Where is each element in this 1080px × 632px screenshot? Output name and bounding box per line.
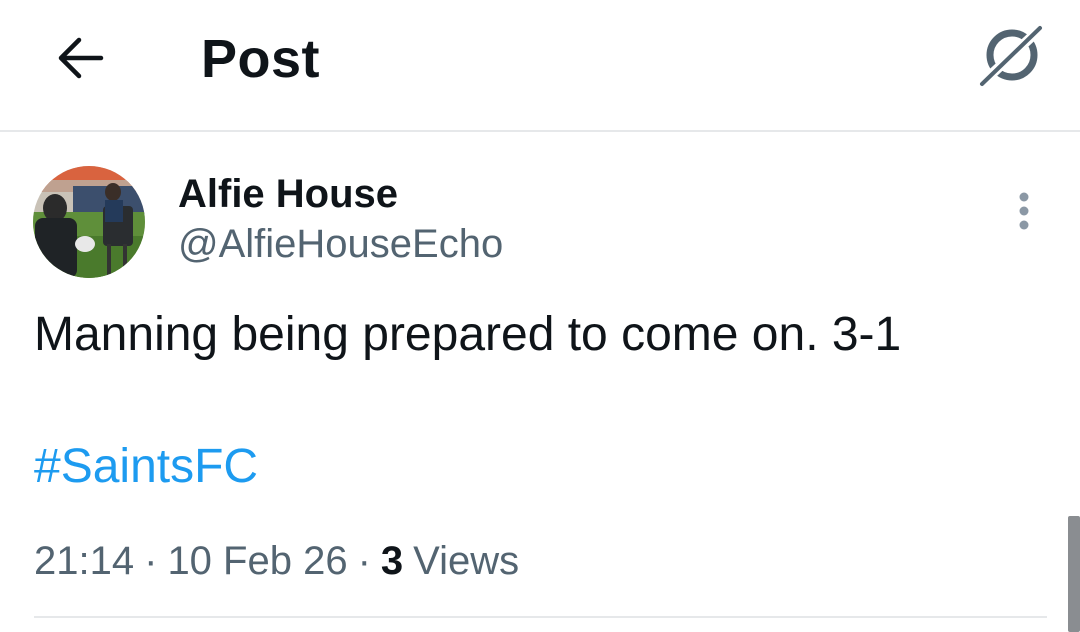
more-options-button[interactable] [1004,186,1044,236]
meta-separator: · [144,539,158,583]
more-vertical-icon [1019,192,1029,230]
avatar[interactable] [33,166,145,278]
hashtag-link[interactable]: #SaintsFC [34,438,258,496]
meta-separator: · [357,539,371,583]
scrollbar[interactable] [1068,516,1080,632]
post-metadata: 21:14 · 10 Feb 26 · 3 Views [34,536,519,586]
avatar-photo [33,166,145,278]
author-handle[interactable]: @AlfieHouseEcho [178,220,503,268]
grok-icon [976,23,1046,89]
views-count[interactable]: 3 [381,539,403,583]
post-detail-screen: Post Alfie House @AlfieHouseEcho Manning… [0,0,1080,632]
back-button[interactable] [48,28,112,88]
post-text: Manning being prepared to come on. 3-1 [34,308,902,361]
author-name[interactable]: Alfie House [178,170,398,218]
divider [34,616,1047,618]
grok-button[interactable] [974,22,1048,90]
page-title: Post [201,29,321,89]
arrow-left-icon [58,37,104,79]
post-date: 10 Feb 26 [167,539,348,583]
views-label[interactable]: Views [403,539,519,583]
post-time: 21:14 [34,539,135,583]
top-app-bar: Post [0,0,1080,132]
